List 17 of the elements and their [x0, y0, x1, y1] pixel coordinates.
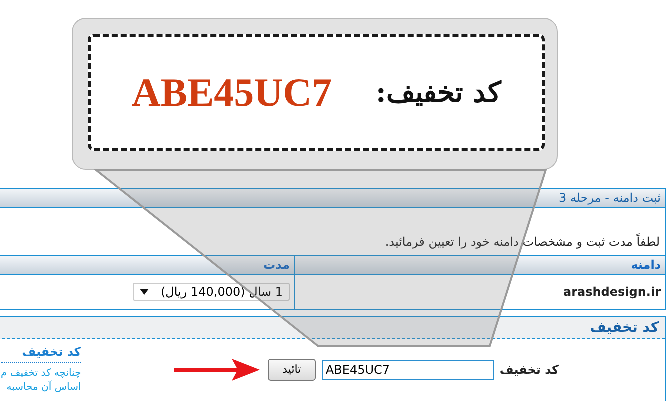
callout-label: کد تخفیف:: [376, 76, 502, 109]
side-title: کد تخفیف: [1, 345, 82, 363]
field-label: کد تخفیف: [500, 362, 559, 376]
callout-code: ABE45UC7: [132, 69, 332, 116]
confirm-button[interactable]: تائید: [268, 358, 316, 380]
caret-icon: [140, 289, 149, 295]
column-header: مدت: [0, 256, 294, 274]
side-text: اساس آن محاسبه: [6, 381, 82, 395]
discount-code-field[interactable]: ABE45UC7: [322, 360, 494, 380]
column-header: دامنه: [294, 256, 665, 274]
arrow-icon: [174, 359, 260, 381]
domain-cell: arashdesign.ir: [563, 285, 661, 299]
section-title: کد تخفیف: [0, 317, 665, 339]
period-select[interactable]: 1 سال (140,000 ریال): [132, 283, 290, 301]
panel-title: ثبت دامنه - مرحله 3: [0, 189, 665, 208]
side-text: چنانچه کد تخفیف م: [1, 367, 82, 380]
instruction-text: لطفاً مدت ثبت و مشخصات دامنه خود را تعیین فرمائید.: [385, 235, 660, 249]
